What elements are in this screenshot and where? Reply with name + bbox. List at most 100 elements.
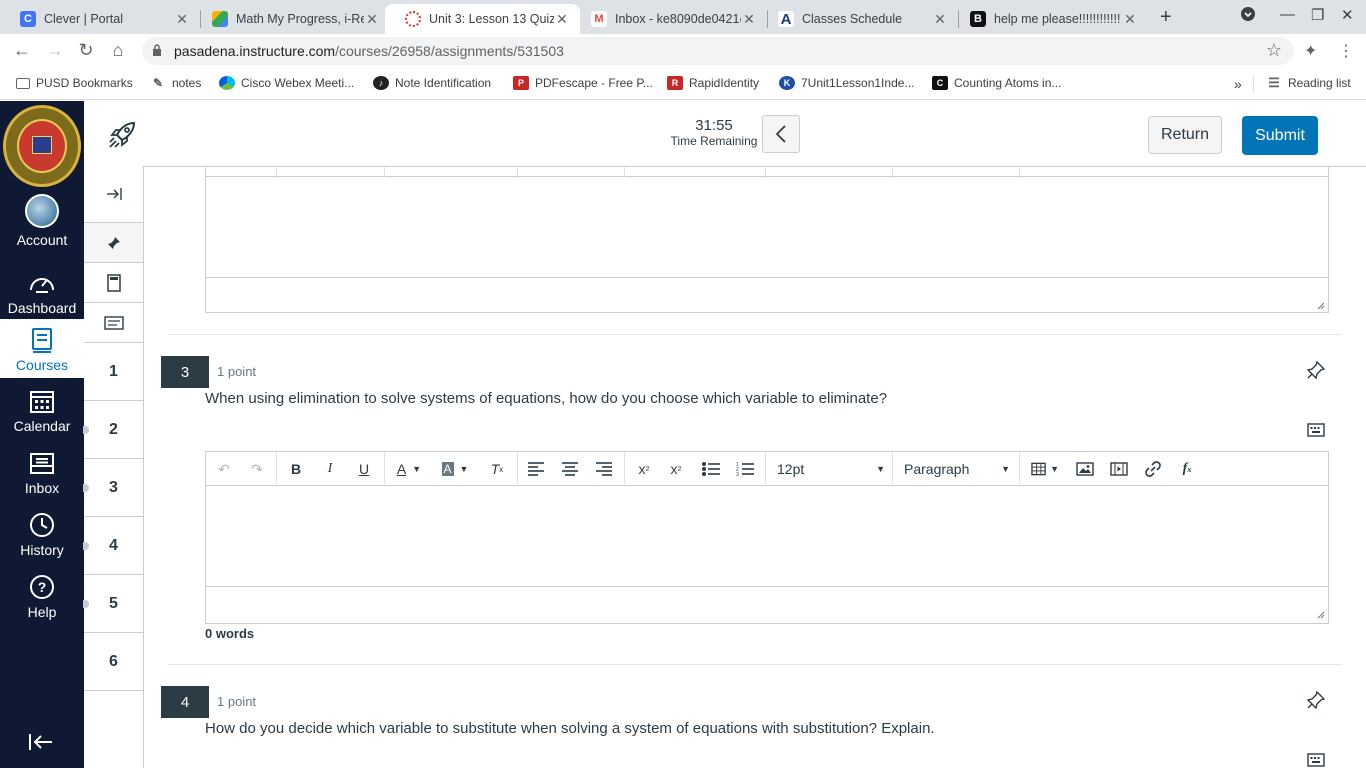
music-icon: ♪ (373, 76, 389, 90)
underline-icon[interactable]: U (356, 460, 372, 478)
superscript-icon[interactable]: x2 (636, 460, 652, 478)
help-icon: ? (30, 575, 54, 599)
italic-icon[interactable]: I (322, 460, 338, 478)
reading-list[interactable]: ☰ Reading list (1266, 75, 1351, 90)
address-bar[interactable]: pasadena.instructure.com/courses/26958/a… (142, 37, 1294, 65)
tab-search-icon[interactable] (1240, 6, 1256, 26)
quiz-content: 3 1 point When using elimination to solv… (144, 167, 1366, 768)
align-center-icon[interactable] (562, 460, 578, 478)
quiz-header: 31:55 Time Remaining Return Submit (84, 101, 1366, 167)
gmail-favicon-icon: M (591, 11, 607, 27)
redo-icon[interactable]: ↷ (249, 460, 265, 478)
home-icon[interactable]: ⌂ (107, 40, 129, 61)
tab-title: Clever | Portal (44, 12, 123, 26)
new-tab-icon[interactable]: + (1160, 6, 1172, 29)
close-tab-icon[interactable]: ✕ (364, 11, 380, 28)
browser-menu-icon[interactable]: ⋮ (1338, 41, 1354, 61)
browser-tab-inbox[interactable]: M Inbox - ke8090de0421@ ✕ (571, 4, 767, 34)
tab-title: help me please!!!!!!!!!!!! (994, 12, 1121, 26)
toggle-timer-button[interactable] (762, 115, 800, 153)
reload-icon[interactable]: ↻ (75, 40, 97, 61)
close-tab-icon[interactable]: ✕ (1122, 11, 1138, 28)
editor-body[interactable] (206, 486, 1328, 587)
text-color-icon[interactable]: A ▼ (394, 460, 424, 478)
browser-tab-help[interactable]: B help me please!!!!!!!!!!!! ✕ (950, 4, 1148, 34)
extensions-icon[interactable]: ✦ (1304, 41, 1317, 61)
bullet-list-icon[interactable] (702, 460, 720, 478)
question-nav-item-3[interactable]: 3 (83, 459, 143, 517)
close-tab-icon[interactable]: ✕ (174, 11, 190, 28)
minimize-icon[interactable]: — (1280, 6, 1295, 23)
pin-question-icon[interactable] (1307, 361, 1325, 379)
question-nav-item-4[interactable]: 4 (83, 517, 143, 575)
bookmark-rapididentity[interactable]: R RapidIdentity (667, 76, 759, 90)
bookmark-note-identification[interactable]: ♪ Note Identification (373, 76, 491, 90)
close-tab-icon[interactable]: ✕ (554, 11, 570, 28)
question-nav-item-6[interactable]: 6 (84, 633, 143, 691)
question-nav-item-5[interactable]: 5 (83, 575, 143, 633)
browser-tab-clever[interactable]: C Clever | Portal ✕ (0, 4, 200, 34)
link-icon[interactable] (1144, 460, 1162, 478)
block-format-select[interactable]: Paragraph ▼ (904, 460, 1010, 478)
expand-question-nav[interactable] (84, 166, 143, 223)
nav-history[interactable]: History (0, 512, 84, 572)
resize-handle-icon[interactable] (1315, 609, 1325, 619)
tab-title: Classes Schedule (802, 12, 903, 26)
bookmark-unit-lesson[interactable]: K 7Unit1Lesson1Inde... (779, 76, 914, 90)
browser-tab-classes-schedule[interactable]: A Classes Schedule ✕ (758, 4, 958, 34)
bookmark-star-icon[interactable]: ☆ (1266, 40, 1282, 61)
table-icon[interactable]: ▼ (1031, 460, 1059, 478)
restore-icon[interactable]: ❐ (1311, 6, 1324, 24)
browser-tab-math-progress[interactable]: Math My Progress, i-Re ✕ (192, 4, 390, 34)
bookmarks-overflow-icon[interactable]: » (1234, 76, 1242, 92)
pin-icon (107, 236, 120, 249)
image-icon[interactable] (1076, 460, 1094, 478)
close-tab-icon[interactable]: ✕ (932, 11, 948, 28)
forward-icon[interactable]: → (44, 40, 66, 61)
previous-editor-body[interactable] (206, 177, 1328, 278)
chevron-down-icon: ▼ (1001, 464, 1010, 474)
question-nav-item-1[interactable]: 1 (84, 343, 143, 401)
question-text: When using elimination to solve systems … (205, 390, 888, 407)
close-window-icon[interactable]: ✕ (1341, 6, 1354, 24)
bookmark-counting-atoms[interactable]: C Counting Atoms in... (932, 76, 1061, 90)
nav-courses[interactable]: Courses (0, 319, 84, 378)
undo-icon[interactable]: ↶ (216, 460, 232, 478)
bookmark-pusd[interactable]: PUSD Bookmarks (16, 76, 133, 90)
clear-formatting-icon[interactable]: Tx (488, 460, 506, 478)
timer-label: Time Remaining (670, 134, 758, 148)
keyboard-shortcuts-icon[interactable] (1307, 423, 1325, 437)
align-right-icon[interactable] (596, 460, 612, 478)
nav-account[interactable]: Account (0, 194, 84, 254)
keyboard-shortcuts-icon[interactable] (1307, 753, 1325, 767)
nav-help[interactable]: ? Help (0, 574, 84, 634)
font-size-select[interactable]: 12pt ▼ (777, 460, 885, 478)
notes-tool[interactable] (84, 303, 143, 343)
close-tab-icon[interactable]: ✕ (741, 11, 757, 28)
pinned-questions[interactable] (84, 223, 143, 263)
subscript-icon[interactable]: x2 (668, 460, 684, 478)
numbered-list-icon[interactable]: 123 (736, 460, 754, 478)
question-nav-item-2[interactable]: 2 (83, 401, 143, 459)
back-icon[interactable]: ← (11, 40, 33, 61)
return-button[interactable]: Return (1148, 116, 1222, 154)
collapse-nav-icon[interactable] (28, 731, 54, 757)
pin-question-icon[interactable] (1307, 691, 1325, 709)
bold-icon[interactable]: B (288, 460, 304, 478)
bookmark-webex[interactable]: Cisco Webex Meeti... (219, 76, 354, 90)
resize-handle-icon[interactable] (1315, 300, 1325, 310)
bookmark-pdfescape[interactable]: P PDFescape - Free P... (513, 76, 653, 90)
editor-toolbar: ↶ ↷ B I U A ▼ A ▼ Tx x2 x2 123 12pt ▼ Parag… (206, 452, 1328, 486)
calculator-tool[interactable] (84, 263, 143, 303)
submit-button[interactable]: Submit (1242, 116, 1318, 155)
bookmark-notes[interactable]: ✎ notes (150, 76, 201, 90)
highlight-color-icon[interactable]: A ▼ (440, 460, 470, 478)
nav-inbox[interactable]: Inbox (0, 450, 84, 510)
timer: 31:55 Time Remaining (669, 117, 759, 148)
pasadena-logo[interactable] (3, 105, 81, 187)
equation-icon[interactable]: fx (1180, 460, 1194, 478)
browser-tab-quiz[interactable]: Unit 3: Lesson 13 Quiz ✕ (385, 4, 580, 34)
align-left-icon[interactable] (528, 460, 544, 478)
nav-calendar[interactable]: Calendar (0, 388, 84, 448)
media-icon[interactable] (1110, 460, 1128, 478)
